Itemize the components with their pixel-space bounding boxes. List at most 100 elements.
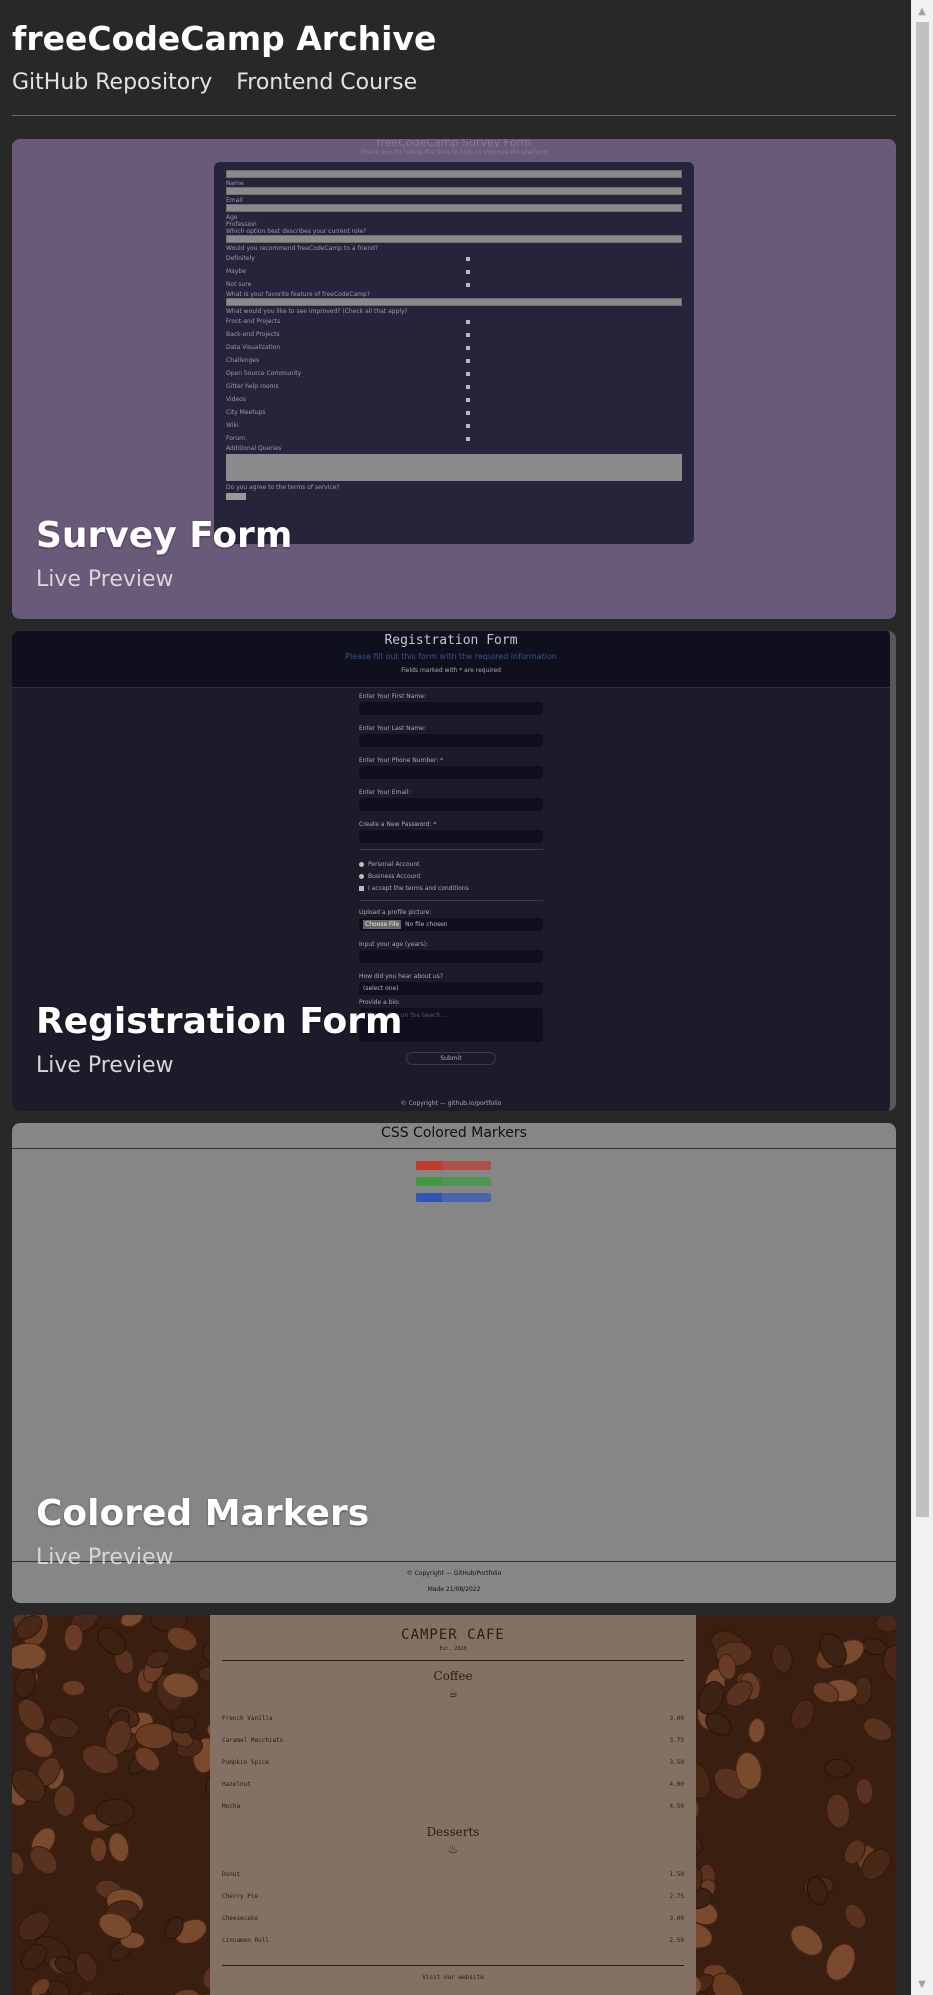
top-nav: GitHub Repository Frontend Course: [12, 70, 896, 95]
live-preview-link[interactable]: Live Preview: [36, 1053, 174, 1078]
survey-check-row: Wiki: [226, 419, 682, 432]
field-label: Enter Your Email:: [359, 789, 411, 796]
pie-icon: ♨: [448, 1839, 458, 1857]
survey-label: Profession: [226, 221, 257, 228]
checkbox-icon: [359, 885, 364, 891]
coffee-bean: [12, 1641, 48, 1672]
preview-heading: Registration Form: [384, 633, 518, 648]
preview-subheading: Thank you for taking the time to help us…: [360, 149, 548, 156]
preview-note: Fields marked with * are required: [401, 667, 501, 674]
coffee-bean: [117, 1615, 147, 1631]
coffee-bean: [12, 1848, 28, 1878]
field-input: [359, 798, 543, 811]
radio-row: Business Account: [359, 870, 543, 882]
survey-label: Age: [226, 214, 238, 221]
survey-name-input: [226, 170, 682, 178]
coffee-bean: [785, 1695, 820, 1734]
scroll-up-icon[interactable]: ▲: [911, 0, 933, 22]
survey-age-input: [226, 204, 682, 212]
cafe-title: CAMPER CAFE: [401, 1627, 505, 1643]
radio-icon: [466, 283, 470, 287]
divider: [222, 1660, 684, 1661]
survey-check-row: Videos: [226, 393, 682, 406]
menu-item: French Vanilla 3.00: [222, 1714, 684, 1722]
coffee-bean: [873, 1615, 896, 1636]
survey-label: Would you recommend freeCodeCamp to a fr…: [226, 245, 379, 252]
project-card-cafe[interactable]: CAMPER CAFE Est. 2020 Coffee ☕ French Va…: [12, 1615, 896, 1995]
divider: [359, 849, 543, 850]
live-preview-link[interactable]: Live Preview: [36, 1545, 174, 1570]
coffee-bean: [64, 1623, 84, 1652]
survey-check-row: Challenges: [226, 354, 682, 367]
coffee-bean: [840, 1900, 871, 1934]
checkbox-icon: [466, 437, 470, 441]
coffee-bean: [67, 1986, 100, 1995]
divider: [222, 1965, 684, 1966]
survey-preview: Name Email Age Profession Which option b…: [214, 162, 694, 544]
menu-item: Cinnamon Roll 2.50: [222, 1936, 684, 1944]
nav-link-github[interactable]: GitHub Repository: [12, 70, 212, 95]
survey-label: Do you agree to the terms of service?: [226, 484, 340, 491]
survey-radio-row: Not sure: [226, 278, 682, 291]
survey-submit: [226, 493, 246, 500]
coffee-bean: [820, 1939, 862, 1987]
page-title: freeCodeCamp Archive: [12, 19, 437, 58]
checkbox-icon: [466, 346, 470, 350]
coffee-bean: [747, 1717, 767, 1744]
survey-label: Name: [226, 180, 244, 187]
menu-item: Pumpkin Spice 3.50: [222, 1758, 684, 1766]
field-input: [359, 766, 543, 779]
radio-icon: [359, 873, 364, 879]
survey-role-select: [226, 235, 682, 243]
menu-item: Mocha 4.50: [222, 1802, 684, 1810]
red-marker: [416, 1161, 491, 1170]
live-preview-link[interactable]: Live Preview: [36, 567, 174, 592]
project-card-markers[interactable]: CSS Colored Markers © Copyright — GitHub…: [12, 1123, 896, 1603]
field-input: [359, 702, 543, 715]
checkbox-icon: [466, 424, 470, 428]
menu-item: Caramel Macchiato 3.75: [222, 1736, 684, 1744]
coffee-bean: [89, 1836, 107, 1862]
menu-item: Hazelnut 4.00: [222, 1780, 684, 1788]
menu-section-title: Desserts: [426, 1825, 480, 1839]
survey-label: Additional Queries: [226, 445, 282, 452]
vertical-scrollbar[interactable]: ▲ ▼: [911, 0, 933, 1995]
project-card-survey[interactable]: freeCodeCamp Survey Form Thank you for t…: [12, 139, 896, 619]
scroll-down-icon[interactable]: ▼: [911, 1973, 933, 1995]
preview-subheading: Please fill out this form with the requi…: [345, 652, 557, 661]
menu-item: Cheesecake 3.00: [222, 1914, 684, 1922]
survey-label: What is your favorite feature of freeCod…: [226, 291, 371, 298]
cafe-established: Est. 2020: [439, 1646, 467, 1652]
coffee-bean: [46, 1714, 81, 1741]
coffee-bean: [768, 1640, 797, 1676]
checkbox-icon: [466, 372, 470, 376]
registration-submit: Submit: [406, 1052, 496, 1065]
coffee-bean: [858, 1713, 896, 1747]
coffee-bean: [12, 1693, 51, 1736]
card-title: Survey Form: [36, 515, 293, 556]
survey-radio-row: Maybe: [226, 265, 682, 278]
checkbox-icon: [466, 411, 470, 415]
radio-row: Personal Account: [359, 858, 543, 870]
field-input: [359, 734, 543, 747]
survey-label: What would you like to see improved? (Ch…: [226, 308, 407, 315]
coffee-bean: [52, 1784, 77, 1818]
divider: [359, 900, 543, 901]
file-input: Choose File No file chosen: [359, 918, 543, 931]
site-header: freeCodeCamp Archive GitHub Repository F…: [12, 18, 896, 116]
divider: [12, 1148, 896, 1149]
survey-check-row: Back-end Projects: [226, 328, 682, 341]
coffee-bean: [165, 1985, 205, 1995]
survey-check-row: Front-end Projects: [226, 315, 682, 328]
green-marker: [416, 1177, 491, 1186]
nav-link-course[interactable]: Frontend Course: [236, 70, 417, 95]
field-label: Enter Your Phone Number: *: [359, 757, 444, 764]
survey-check-row: Gitter help rooms: [226, 380, 682, 393]
coffee-bean: [823, 1758, 852, 1778]
field-input: [359, 830, 543, 843]
scrollbar-thumb[interactable]: [916, 22, 929, 1517]
coffee-bean: [12, 1665, 41, 1701]
field-input: [359, 950, 543, 963]
field-label: Input your age (years):: [359, 941, 429, 948]
project-card-registration[interactable]: Registration Form Please fill out this f…: [12, 631, 896, 1111]
